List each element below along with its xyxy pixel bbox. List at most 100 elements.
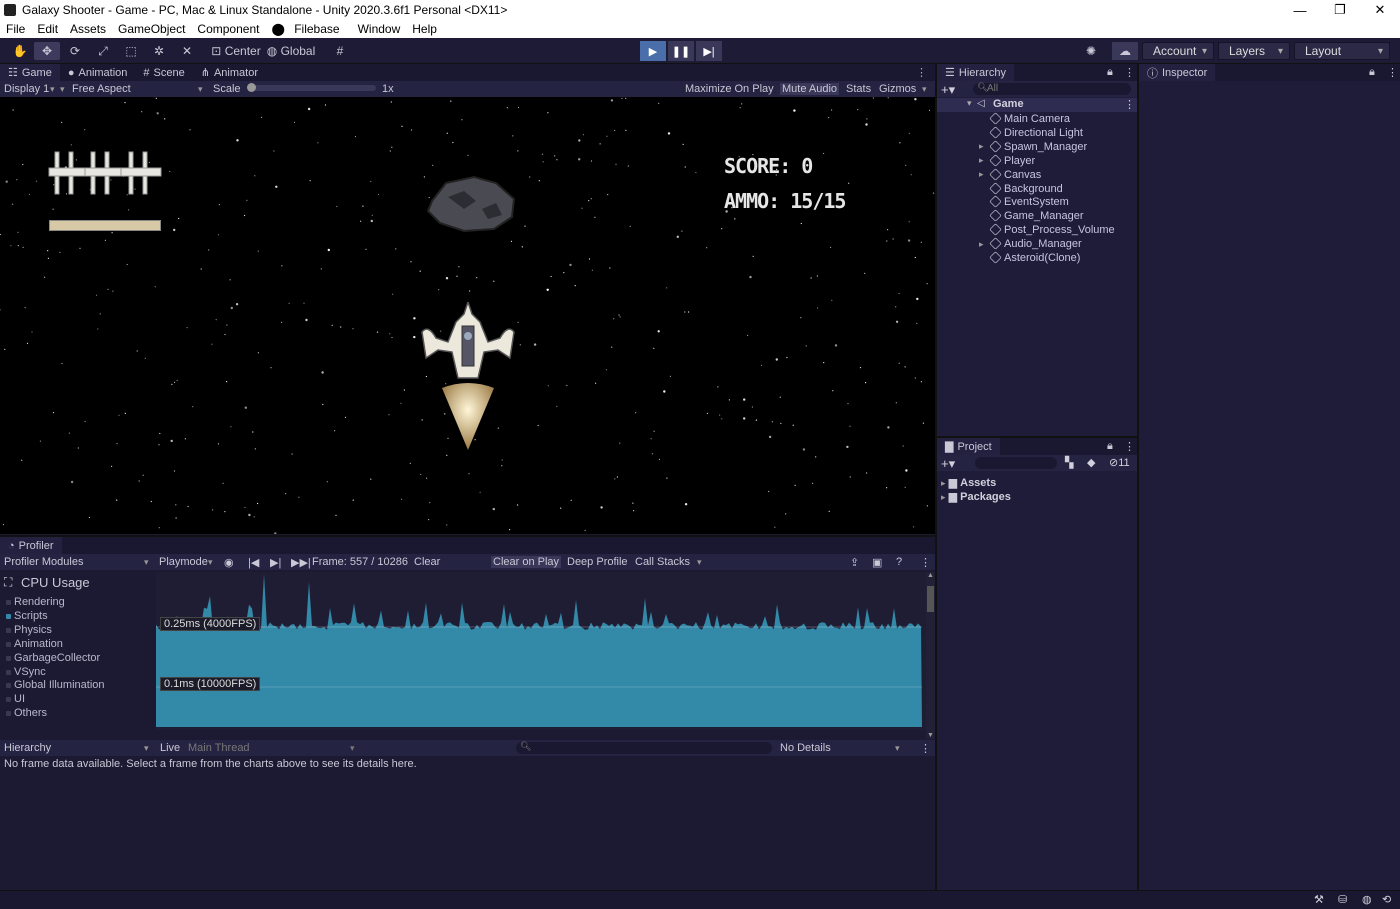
close-button[interactable]: ✕ [1360,0,1400,20]
maximize-on-play-toggle[interactable]: Maximize On Play [685,83,774,95]
tab-hierarchy[interactable]: ☰ Hierarchy [937,64,1014,81]
clear-button[interactable]: Clear [414,556,440,568]
expand-arrow-icon[interactable]: ▸ [941,492,946,502]
cpu-category[interactable]: VSync [14,666,46,678]
category-swatch[interactable] [6,613,11,619]
lock-icon[interactable]: 🔒︎ [1107,440,1113,453]
details-search-input[interactable] [516,742,772,754]
chart-scrollbar[interactable]: ▲ ▼ [926,572,935,739]
hand-tool-icon[interactable]: ✋ [8,42,32,60]
cpu-chart[interactable]: 0.25ms (4000FPS) 0.1ms (10000FPS) [156,572,926,730]
view-type-dropdown[interactable]: Hierarchy [4,742,51,754]
mute-audio-toggle[interactable]: Mute Audio [780,83,840,95]
play-button[interactable]: ▶ [640,41,666,61]
hierarchy-item[interactable]: Directional Light [937,126,1137,140]
scale-slider[interactable] [247,83,376,92]
project-folder-assets[interactable]: ▸ ▆ Assets [941,476,996,489]
lock-icon[interactable]: 🔒︎ [1107,66,1113,79]
hierarchy-item[interactable]: ▸ Audio_Manager [937,237,1137,251]
cpu-category[interactable]: Others [14,707,47,719]
first-frame-icon[interactable]: |◀ [248,556,259,569]
hierarchy-search-input[interactable]: All [973,83,1131,95]
hierarchy-item[interactable]: ▸ Player [937,153,1137,168]
account-dropdown[interactable]: Account [1142,42,1214,60]
category-swatch[interactable] [6,627,11,633]
details-dropdown[interactable]: No Details [780,742,831,754]
lock-icon[interactable]: 🔒︎ [1369,66,1375,79]
cpu-category[interactable]: Global Illumination [14,679,105,691]
cpu-category[interactable]: GarbageCollector [14,652,100,664]
layout-dropdown[interactable]: Layout [1294,42,1390,60]
hidden-count-badge[interactable]: ⊘11 [1109,456,1130,469]
rect-tool-icon[interactable]: ⬚ [118,42,144,60]
debug-icon[interactable]: ⚒ [1314,893,1324,906]
scene-row[interactable]: ▾ ◁ Game ⋮ [937,98,1137,112]
auto-refresh-icon[interactable]: ⟲ [1382,893,1391,906]
pivot-global-toggle[interactable]: ◍ Global [266,42,316,60]
hierarchy-item[interactable]: Asteroid(Clone) [937,251,1137,265]
add-icon[interactable]: +▾ [941,82,955,98]
project-folder-packages[interactable]: ▸ ▆ Packages [941,490,1011,503]
expand-arrow-icon[interactable]: ▸ [979,169,984,180]
category-swatch[interactable] [6,600,11,605]
scroll-down-icon[interactable]: ▼ [927,732,934,739]
record-icon[interactable]: ◉ [224,556,234,569]
hierarchy-item[interactable]: ▸ Spawn_Manager [937,140,1137,154]
expand-arrow-icon[interactable]: ▸ [979,141,984,152]
clear-on-play-toggle[interactable]: Clear on Play [491,556,562,568]
next-frame-icon[interactable]: ▶| [270,556,281,569]
custom-tool-icon[interactable]: ✕ [174,42,200,60]
panel-menu-icon[interactable]: ⋮ [920,742,931,755]
category-swatch[interactable] [6,669,11,675]
step-button[interactable]: ▶| [696,41,722,61]
call-stacks-chevron-icon[interactable]: ▾ [697,557,702,568]
hierarchy-item[interactable]: EventSystem [937,195,1137,209]
hierarchy-item[interactable]: Main Camera [937,112,1137,126]
progress-icon[interactable]: ◍ [1362,893,1372,906]
tab-scene[interactable]: # Scene [135,64,192,81]
stats-toggle[interactable]: Stats [846,83,871,95]
minimize-button[interactable]: — [1280,0,1320,20]
cloud-icon[interactable]: ☁ [1112,42,1138,60]
menu-filebase[interactable]: ⬤ Filebase [265,22,351,36]
gizmos-toggle[interactable]: Gizmos [879,83,916,95]
transform-tool-icon[interactable]: ✲ [146,42,172,60]
tab-inspector[interactable]: ⓘ Inspector [1139,64,1216,81]
tab-project[interactable]: ▇ Project [937,438,1000,455]
category-swatch[interactable] [6,697,11,703]
restore-button[interactable]: ❐ [1320,0,1360,20]
panel-menu-icon[interactable]: ⋮ [1124,66,1135,79]
chart-scrollbar-thumb[interactable] [927,586,934,612]
cache-icon[interactable]: ⛁ [1338,893,1347,906]
tab-game[interactable]: ☷ Game [0,64,60,81]
game-view[interactable]: SCORE: 0 AMMO: 15/15 [0,97,935,534]
call-stacks-toggle[interactable]: Call Stacks [635,556,690,568]
cpu-category[interactable]: Animation [14,638,63,650]
hierarchy-item[interactable]: ▸ Canvas [937,167,1137,182]
menu-gameobject[interactable]: GameObject [112,22,191,36]
grid-snap-icon[interactable]: # [328,42,352,60]
cpu-category[interactable]: Rendering [14,596,65,608]
category-swatch[interactable] [6,641,11,647]
pause-button[interactable]: ❚❚ [668,41,694,61]
hierarchy-item[interactable]: Post_Process_Volume [937,223,1137,237]
gizmos-chevron-icon[interactable]: ▾ [922,84,927,95]
tab-animator[interactable]: ⋔ Animator [193,64,266,81]
add-icon[interactable]: +▾ [941,456,955,472]
hierarchy-item[interactable]: Background [937,181,1137,196]
hierarchy-item[interactable]: Game_Manager [937,209,1137,223]
deep-profile-toggle[interactable]: Deep Profile [567,556,628,568]
panel-menu-icon[interactable]: ⋮ [1124,440,1135,453]
rotate-tool-icon[interactable]: ⟳ [62,42,88,60]
move-tool-icon[interactable]: ✥ [34,42,60,60]
scene-menu-icon[interactable]: ⋮ [1124,98,1135,111]
playmode-dropdown[interactable]: Playmode [159,556,208,568]
cpu-category[interactable]: Scripts [14,610,48,622]
tab-profiler[interactable]: ◔ Profiler [0,537,62,554]
expand-arrow-icon[interactable]: ▸ [979,155,984,166]
scroll-up-icon[interactable]: ▲ [927,572,934,579]
expand-arrow-icon[interactable]: ▾ [967,98,972,109]
panel-menu-icon[interactable]: ⋮ [916,66,927,79]
cpu-category[interactable]: UI [14,693,25,705]
panel-menu-icon[interactable]: ⋮ [920,556,931,569]
